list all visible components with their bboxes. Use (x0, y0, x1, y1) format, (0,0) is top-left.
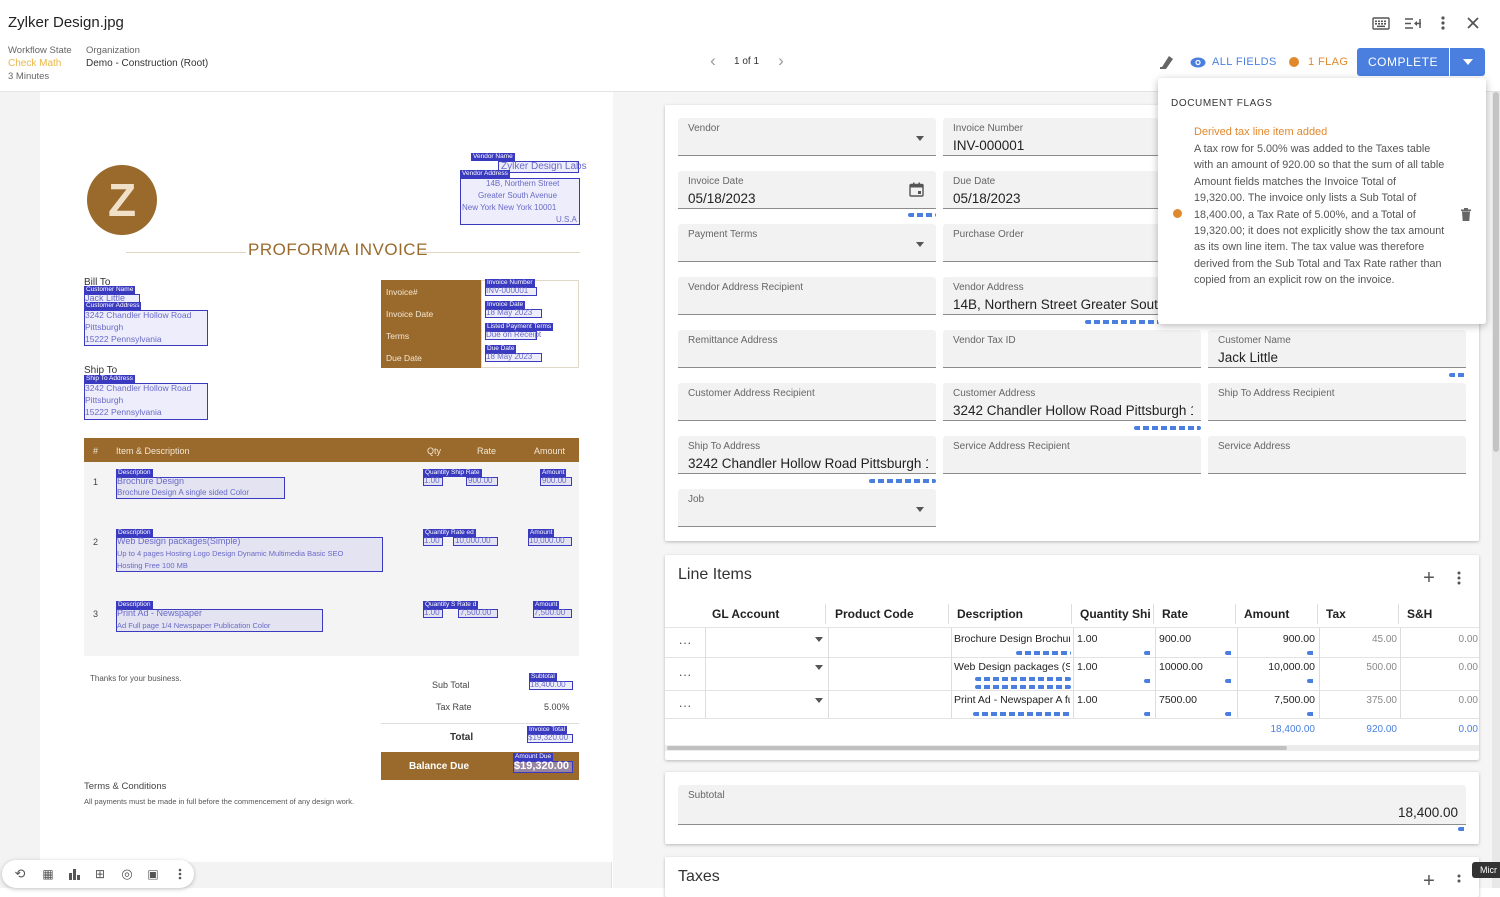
tooltip: Micr (1472, 862, 1500, 878)
purchase-order-field[interactable]: Purchase Order (943, 224, 1159, 262)
dropdown-icon[interactable] (815, 698, 823, 703)
flag-count-button[interactable]: 1 FLAG (1308, 56, 1348, 68)
vendor-field[interactable]: Vendor (678, 118, 936, 156)
col-rate[interactable]: Rate (1162, 607, 1188, 621)
eye-icon[interactable] (1189, 53, 1207, 71)
taxes-title: Taxes (678, 868, 720, 885)
window-icon[interactable]: ▣ (145, 866, 161, 882)
doc-title: PROFORMA INVOICE (248, 240, 428, 259)
taxes-card (665, 857, 1479, 897)
col-gl-account[interactable]: GL Account (712, 607, 779, 621)
keyboard-icon[interactable] (1370, 12, 1392, 34)
due-date-field[interactable]: Due Date 05/18/2023 (943, 171, 1159, 209)
col-amount[interactable]: Amount (1244, 607, 1289, 621)
all-fields-button[interactable]: ALL FIELDS (1212, 56, 1277, 68)
ship-to-address-recipient-field[interactable]: Ship To Address Recipient (1208, 383, 1466, 421)
row-menu-icon[interactable]: ··· (676, 698, 694, 713)
document-flags-popover: DOCUMENT FLAGS Derived tax line item add… (1158, 78, 1486, 324)
organization-label: Organization (86, 45, 140, 56)
chevron-right-icon[interactable]: › (772, 51, 790, 70)
total-amount: 18,400.00 (1270, 724, 1316, 735)
flags-title: DOCUMENT FLAGS (1171, 98, 1273, 109)
flag-body: A tax row for 5.00% was added to the Tax… (1194, 143, 1445, 287)
col-product-code[interactable]: Product Code (835, 607, 914, 621)
grid-off-icon[interactable]: ▦ (40, 866, 56, 882)
table-scrollbar[interactable] (665, 745, 1479, 751)
close-icon[interactable] (1462, 12, 1484, 34)
table-row[interactable]: Print Ad - Newspaper A ful (954, 694, 1070, 706)
subtotal-field[interactable]: Subtotal 18,400.00 (678, 785, 1466, 825)
row-menu-icon[interactable]: ··· (676, 667, 694, 682)
col-description[interactable]: Description (957, 607, 1023, 621)
flag-heading: Derived tax line item added (1194, 126, 1328, 138)
trash-icon[interactable] (1458, 206, 1474, 222)
table-row[interactable]: Web Design packages (Si (954, 661, 1070, 673)
complete-options-button[interactable] (1450, 48, 1485, 76)
customer-address-field[interactable]: Customer Address 3242 Chandler Hollow Roa… (943, 383, 1201, 421)
customer-address-recipient-field[interactable]: Customer Address Recipient (678, 383, 936, 421)
total-sh: 0.00 (1458, 724, 1478, 735)
service-address-field[interactable]: Service Address (1208, 436, 1466, 474)
more-vert-icon[interactable] (1449, 568, 1469, 588)
document-page: Z PROFORMA INVOICE Vendor Name Zylker De… (40, 92, 613, 862)
invoice-date-field[interactable]: Invoice Date 05/18/2023 (678, 171, 936, 209)
stamp-icon[interactable] (1157, 52, 1177, 72)
col-tax[interactable]: Tax (1326, 607, 1346, 621)
dropdown-icon[interactable] (815, 665, 823, 670)
flag-dot-icon (1173, 209, 1182, 218)
workflow-time: 3 Minutes (8, 71, 50, 82)
bar-chart-icon[interactable] (66, 866, 82, 882)
table-icon[interactable]: ⊞ (92, 866, 108, 882)
col-sh[interactable]: S&H (1407, 607, 1432, 621)
chevron-left-icon[interactable]: ‹ (704, 51, 722, 70)
more-vert-icon[interactable] (1432, 12, 1454, 34)
vendor-logo: Z (87, 165, 157, 235)
doc-vendor-name: Zylker Design Labs (501, 161, 587, 172)
more-vert-icon[interactable] (172, 866, 188, 882)
ship-to-address-field[interactable]: Ship To Address 3242 Chandler Hollow Road… (678, 436, 936, 474)
viewer-toolbar: ⟲ ▦ ⊞ ◎ ▣ (2, 860, 194, 888)
row-menu-icon[interactable]: ··· (676, 635, 694, 650)
dropdown-icon (916, 242, 924, 247)
col-quantity[interactable]: Quantity Shi (1080, 607, 1151, 621)
complete-button[interactable]: COMPLETE (1357, 48, 1449, 76)
rotate-icon[interactable]: ⟲ (12, 866, 28, 882)
file-name: Zylker Design.jpg (8, 14, 124, 31)
organization-value: Demo - Construction (Root) (86, 58, 209, 69)
total-tax: 920.00 (1366, 724, 1397, 735)
remittance-address-field[interactable]: Remittance Address (678, 330, 936, 368)
confidence-dots (908, 213, 936, 217)
vendor-address-tag: Vendor Address (460, 170, 510, 178)
vendor-address-field[interactable]: Vendor Address 14B, Northern Street Great… (943, 277, 1159, 315)
collapse-panel-icon[interactable] (1402, 12, 1424, 34)
more-vert-icon[interactable] (1449, 871, 1469, 888)
vendor-tax-id-field[interactable]: Vendor Tax ID (943, 330, 1201, 368)
scrollbar[interactable] (1492, 92, 1500, 888)
workflow-state-label: Workflow State (8, 45, 72, 56)
caret-down-icon (1462, 59, 1473, 65)
service-address-recipient-field[interactable]: Service Address Recipient (943, 436, 1201, 474)
flag-dot-icon (1289, 57, 1299, 67)
dropdown-icon[interactable] (815, 637, 823, 642)
target-icon[interactable]: ◎ (119, 866, 135, 882)
workflow-state-value: Check Math (8, 58, 62, 69)
customer-name-field[interactable]: Customer Name Jack Little (1208, 330, 1466, 368)
calendar-icon[interactable] (909, 182, 924, 202)
payment-terms-field[interactable]: Payment Terms (678, 224, 936, 262)
invoice-number-field[interactable]: Invoice Number INV-000001 (943, 118, 1159, 156)
pager: 1 of 1 (734, 56, 760, 67)
line-items-title: Line Items (678, 566, 752, 583)
dropdown-icon (916, 136, 924, 141)
vendor-address-recipient-field[interactable]: Vendor Address Recipient (678, 277, 936, 315)
vendor-name-tag: Vendor Name (471, 153, 515, 161)
table-row[interactable]: Brochure Design Brochure (954, 633, 1070, 645)
job-field[interactable]: Job (678, 489, 936, 527)
add-icon[interactable]: + (1419, 870, 1439, 892)
dropdown-icon (916, 507, 924, 512)
add-icon[interactable]: + (1419, 567, 1439, 589)
